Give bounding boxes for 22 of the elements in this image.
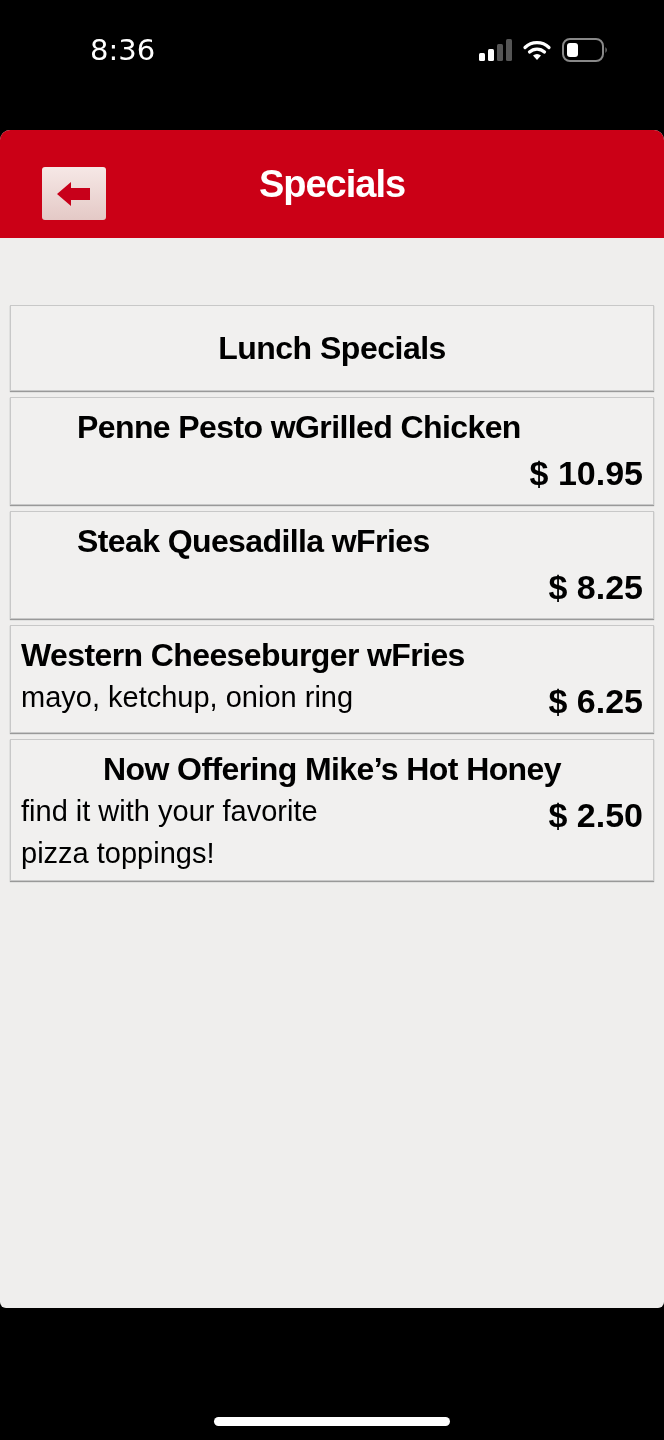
item-name: Western Cheeseburger wFries <box>21 636 466 675</box>
menu-item-card[interactable]: Steak Quesadilla wFries $ 8.25 <box>10 511 654 619</box>
page-title: Specials <box>258 162 406 206</box>
item-name: Penne Pesto wGrilled Chicken <box>76 408 522 447</box>
back-arrow-icon <box>56 180 92 207</box>
battery-icon <box>562 38 608 62</box>
item-price: $ 6.25 <box>548 681 643 722</box>
item-description: mayo, ketchup, onion ring <box>21 680 354 715</box>
item-name: Now Offering Mike’s Hot Honey <box>102 750 563 789</box>
back-button[interactable] <box>42 167 106 220</box>
section-title: Lunch Specials <box>218 329 446 367</box>
status-time: 8:36 <box>90 33 156 67</box>
menu-item-card[interactable]: Penne Pesto wGrilled Chicken $ 10.95 <box>10 397 654 505</box>
item-price: $ 2.50 <box>548 795 643 836</box>
item-description: find it with your favorite pizza toppings! <box>21 794 319 871</box>
menu-item-card[interactable]: Now Offering Mike’s Hot Honey find it with your favorite pizza toppings! $ 2.50 <box>10 739 654 881</box>
item-name: Steak Quesadilla wFries <box>76 522 431 561</box>
signal-icon <box>478 39 512 61</box>
item-price: $ 10.95 <box>529 453 643 494</box>
wifi-icon <box>522 39 552 61</box>
menu-item-card[interactable]: Western Cheeseburger wFries mayo, ketchup, onion ring $ 6.25 <box>10 625 654 733</box>
item-price: $ 8.25 <box>548 567 643 608</box>
